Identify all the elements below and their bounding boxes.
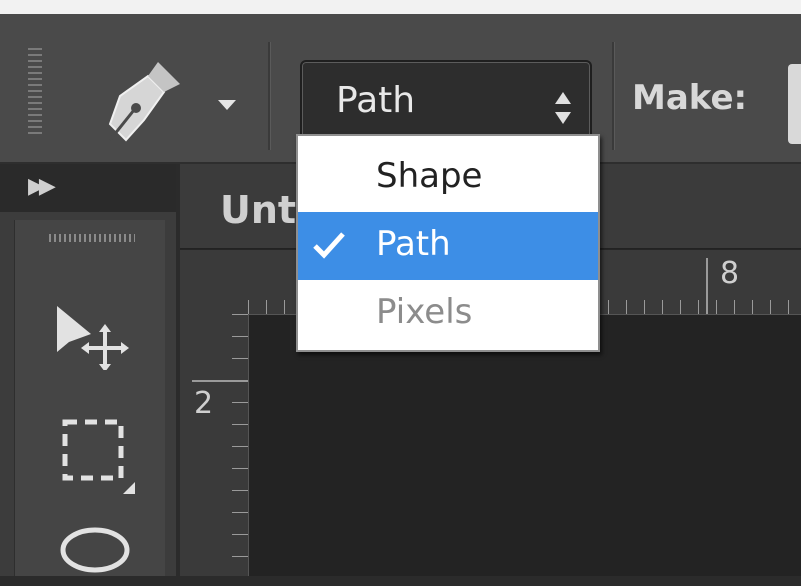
pen-tool-icon[interactable]: [96, 54, 186, 144]
dropdown-item-label: Shape: [376, 156, 483, 196]
dropdown-item-label: Pixels: [376, 292, 473, 332]
panel-collapse-bar[interactable]: ▶▶: [0, 164, 176, 212]
ruler-major-tick: [192, 380, 248, 382]
tools-panel-grip[interactable]: [49, 234, 135, 242]
dropdown-item-path[interactable]: Path: [298, 212, 598, 280]
ruler-label: 2: [194, 386, 214, 421]
rectangular-marquee-tool-icon[interactable]: [59, 416, 139, 496]
ruler-ticks: [232, 314, 248, 576]
tools-panel: ▶▶: [0, 164, 176, 576]
double-chevron-right-icon[interactable]: ▶▶: [28, 174, 56, 199]
ruler-origin[interactable]: [180, 250, 248, 314]
canvas[interactable]: [249, 315, 801, 576]
ruler-major-tick: [706, 258, 708, 314]
ruler-label: 8: [720, 256, 740, 291]
tools-column: [14, 220, 165, 576]
dropdown-item-label: Path: [376, 224, 451, 264]
tool-mode-dropdown: Shape Path Pixels: [296, 134, 600, 352]
dropdown-item-shape[interactable]: Shape: [298, 144, 598, 212]
window-top-edge: [0, 0, 801, 14]
toolbar-separator: [612, 42, 614, 150]
move-tool-icon[interactable]: [53, 300, 133, 370]
dropdown-item-pixels[interactable]: Pixels: [298, 280, 598, 348]
toolbar-separator: [268, 42, 270, 150]
tool-mode-select-value: Path: [336, 80, 416, 121]
vertical-ruler[interactable]: 2: [180, 314, 249, 576]
up-down-arrows-icon: [555, 92, 571, 124]
checkmark-icon: [313, 232, 345, 259]
make-selection-button[interactable]: [788, 64, 801, 144]
tool-preset-dropdown-caret[interactable]: [218, 100, 236, 110]
options-bar-grip[interactable]: [28, 48, 42, 134]
make-label: Make:: [632, 78, 748, 118]
